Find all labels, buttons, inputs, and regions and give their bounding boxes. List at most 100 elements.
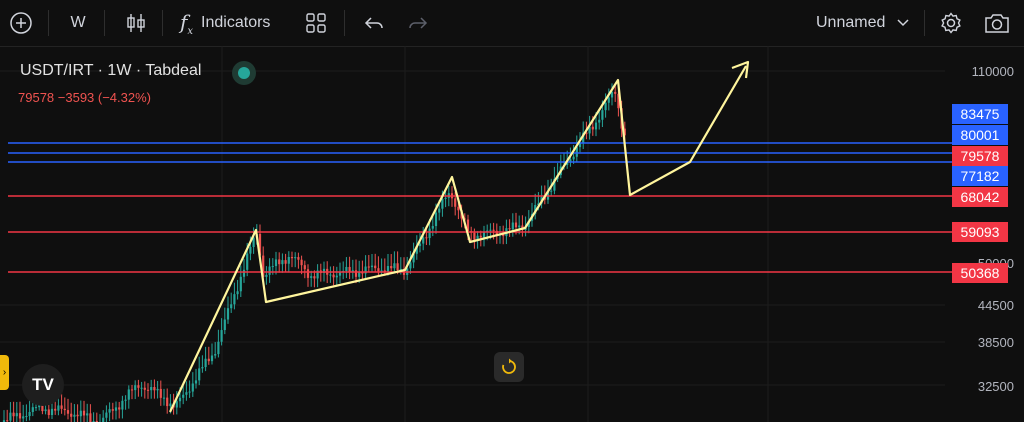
candle-body — [210, 355, 214, 362]
candle-body — [409, 262, 412, 269]
candle-body — [201, 367, 204, 369]
candle-body — [207, 358, 210, 362]
templates-icon[interactable] — [302, 0, 330, 46]
last-price-badge: 79578 — [952, 146, 1008, 166]
candle-body — [274, 259, 278, 267]
candle-body — [287, 256, 290, 264]
toolbar-divider — [162, 10, 163, 36]
level-badge: 68042 — [952, 187, 1008, 207]
symbol-title[interactable]: USDT/IRT · 1W · Tabdeal — [20, 62, 201, 80]
redo-icon[interactable] — [404, 0, 432, 46]
price-axis-label: 38500 — [977, 335, 1014, 350]
candle-body — [114, 407, 118, 411]
candle-body — [28, 411, 31, 417]
add-symbol-icon[interactable] — [6, 0, 36, 46]
candle-body — [457, 206, 460, 211]
interval-button[interactable]: W — [64, 0, 92, 46]
candle-body — [367, 266, 370, 268]
candle-body — [127, 389, 130, 400]
candle-body — [153, 387, 156, 391]
panel-expand-handle[interactable]: › — [0, 355, 9, 390]
candle-body — [70, 413, 73, 417]
candle-body — [105, 412, 108, 418]
candle-body — [169, 403, 172, 407]
candle-body — [313, 276, 316, 279]
candle-body — [159, 388, 162, 398]
candle-body — [396, 263, 399, 271]
candle-body — [25, 416, 28, 418]
candle-body — [102, 417, 105, 422]
candle-body — [297, 257, 300, 260]
candle-body — [594, 122, 598, 130]
candle-body — [438, 208, 441, 213]
chevron-down-icon — [897, 14, 909, 32]
candle-body — [111, 409, 114, 411]
candles-icon[interactable] — [122, 0, 150, 46]
candle-body — [18, 413, 22, 419]
candle-body — [492, 229, 495, 231]
candle-body — [310, 276, 313, 278]
candle-body — [188, 391, 191, 393]
trend-path — [169, 65, 747, 413]
candle-body — [178, 397, 182, 402]
toolbar-divider — [924, 10, 925, 36]
candle-body — [34, 407, 38, 409]
candle-body — [166, 397, 169, 407]
candle-body — [124, 399, 127, 401]
settings-icon[interactable] — [936, 0, 966, 46]
candle-body — [300, 259, 303, 266]
layout-name: Unnamed — [816, 14, 886, 31]
candle-body — [137, 385, 140, 388]
candle-body — [444, 197, 447, 199]
candle-body — [265, 274, 268, 277]
candle-body — [278, 259, 281, 265]
candle-body — [281, 260, 284, 265]
undo-icon[interactable] — [360, 0, 388, 46]
candle-body — [246, 253, 249, 270]
candle-body — [242, 269, 246, 277]
candle-body — [598, 119, 601, 123]
indicators-button[interactable]: fx Indicators — [180, 0, 290, 46]
candle-body — [130, 389, 134, 391]
candle-body — [329, 274, 332, 276]
candle-body — [63, 408, 66, 411]
candle-body — [220, 330, 223, 342]
reset-chart-button[interactable] — [494, 352, 524, 382]
candle-body — [108, 409, 111, 413]
trend-drawing — [169, 60, 750, 413]
fx-icon: fx — [180, 9, 194, 37]
candle-body — [194, 380, 198, 384]
tradingview-logo[interactable]: TV — [22, 364, 64, 406]
candle-body — [511, 222, 514, 230]
candle-body — [306, 269, 310, 278]
candle-body — [175, 401, 178, 408]
candle-body — [601, 110, 604, 120]
candle-body — [345, 266, 348, 271]
candle-body — [377, 268, 380, 272]
candle-body — [332, 274, 335, 278]
candle-body — [578, 143, 582, 148]
layout-menu-button[interactable]: Unnamed — [816, 0, 916, 46]
camera-icon[interactable] — [982, 0, 1012, 46]
candle-body — [182, 394, 185, 398]
candle-body — [294, 257, 297, 259]
market-status-icon[interactable] — [232, 61, 256, 85]
candle-body — [591, 126, 594, 130]
price-axis-label: 44500 — [977, 298, 1014, 313]
candle-body — [12, 412, 15, 417]
candle-body — [185, 392, 188, 395]
candle-body — [198, 368, 201, 381]
candle-body — [57, 405, 60, 411]
candle-body — [162, 397, 166, 399]
candle-body — [140, 387, 143, 389]
top-toolbar: W fx Indicators Unnamed — [0, 0, 1024, 47]
candle-body — [60, 405, 63, 409]
candle-body — [79, 410, 82, 417]
candle-body — [22, 416, 25, 419]
candle-body — [239, 276, 242, 292]
level-badge: 80001 — [952, 125, 1008, 145]
candle-body — [441, 198, 444, 209]
candle-body — [290, 256, 294, 259]
candle-body — [134, 385, 137, 391]
candle-body — [214, 354, 217, 356]
